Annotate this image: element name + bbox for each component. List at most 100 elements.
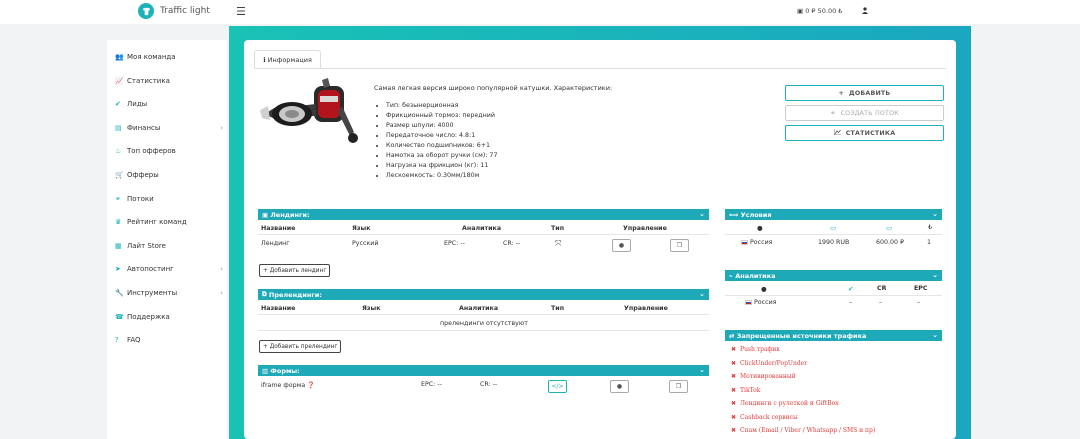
tab-divider <box>254 68 946 69</box>
divider <box>258 314 709 315</box>
russia-flag-icon <box>741 239 748 245</box>
sidebar-item[interactable]: 👥 Моя команда <box>115 53 223 61</box>
balance[interactable]: ▣ 0 ₽ 50.00 ₺ <box>797 7 842 16</box>
globe-icon: ● <box>757 224 763 232</box>
exchange-icon: ⇄ <box>729 331 737 340</box>
chevron-down-icon[interactable]: ⌄ <box>932 331 938 339</box>
tab-info[interactable]: ℹ Информация <box>254 50 321 68</box>
landing-lang: Русский <box>352 240 379 247</box>
forbidden-header[interactable]: ⇄ Запрещенные источники трафика ⌄ <box>725 330 942 341</box>
forbidden-item: ✖ TikTok <box>731 387 760 394</box>
logo-icon <box>138 3 154 19</box>
prelandings-header[interactable]: ⧉ Прелендинги: ⌄ <box>258 289 709 300</box>
conditions-title: Условия <box>740 210 772 219</box>
sidebar-item[interactable]: ⚭ Потоки <box>115 195 223 203</box>
add-prelanding-button[interactable]: + Добавить прелендинг <box>259 340 342 353</box>
store-icon: ▦ <box>115 241 122 250</box>
conditions-payout: 600.00 ₽ <box>876 239 905 246</box>
form-icon: ▥ <box>262 366 271 375</box>
check-icon: ✔ <box>115 100 121 109</box>
forbidden-title: Запрещенные источники трафика <box>736 331 867 340</box>
divider <box>725 295 942 296</box>
sidebar-item[interactable]: ✔ Лиды <box>115 100 223 108</box>
sidebar-item[interactable]: 🔧 Инструменты › <box>115 289 223 297</box>
forbidden-item: ✖ Push трафик <box>731 346 780 353</box>
x-icon: ✖ <box>731 359 737 367</box>
code-button[interactable]: </> <box>548 380 567 393</box>
analytics-cr: – <box>879 299 883 306</box>
forbidden-item: ✖ Мотивированный <box>731 373 796 380</box>
sidebar-item[interactable]: ▤ Финансы › <box>115 124 223 132</box>
stats-button[interactable]: СТАТИСТИКА <box>785 125 944 141</box>
product-intro: Самая легкая версия широко популярной ка… <box>374 84 613 92</box>
prelandings-title: Прелендинги: <box>268 290 322 299</box>
copy-button[interactable]: ❐ <box>670 239 689 252</box>
landings-col-type: Тип <box>551 225 565 232</box>
user-icon[interactable] <box>862 7 869 16</box>
add-landing-label: Добавить лендинг <box>269 267 327 274</box>
create-stream-button[interactable]: ⚭ СОЗДАТЬ ПОТОК <box>785 105 944 121</box>
form-cr: CR: -- <box>480 381 498 388</box>
sidebar-item-label: Рейтинг команд <box>127 218 187 227</box>
menu-icon[interactable]: ☰ <box>236 5 246 18</box>
russia-flag-icon <box>745 299 752 305</box>
sidebar-item[interactable]: ♛ Рейтинг команд <box>115 218 223 226</box>
conditions-header[interactable]: ⟺ Условия ⌄ <box>725 209 942 220</box>
add-landing-button[interactable]: + Добавить лендинг <box>259 264 331 277</box>
wallet-icon: ▣ <box>797 7 804 15</box>
sidebar-item[interactable]: ♨ Топ офферов <box>115 147 223 155</box>
chevron-down-icon[interactable]: ⌄ <box>932 271 938 279</box>
chevron-down-icon[interactable]: ⌄ <box>699 290 705 298</box>
send-icon: ➤ <box>115 265 121 274</box>
handshake-icon: ⟺ <box>729 210 741 219</box>
plus-icon: + <box>838 89 845 97</box>
prelandings-col-name: Название <box>261 305 296 312</box>
code-icon: </> <box>551 383 564 390</box>
sidebar-item-label: Автопостинг <box>127 265 174 274</box>
sidebar-item-label: Лиды <box>127 100 148 109</box>
form-preview-button[interactable]: ● <box>610 380 629 393</box>
question-icon: ? <box>115 336 119 345</box>
sidebar-item-label: Лайт Store <box>127 241 166 250</box>
sidebar-item[interactable]: ☎ Поддержка <box>115 313 223 321</box>
expand-icon: ⤧ <box>555 239 562 248</box>
forms-header[interactable]: ▥ Формы: ⌄ <box>258 365 709 376</box>
form-copy-button[interactable]: ❐ <box>669 380 688 393</box>
link-icon: ⚭ <box>115 194 121 203</box>
sidebar-item-label: Потоки <box>127 194 154 203</box>
x-icon: ✖ <box>731 413 737 421</box>
globe-icon: ● <box>761 285 767 293</box>
sidebar-item-label: Топ офферов <box>127 147 176 156</box>
sidebar-item[interactable]: ➤ Автопостинг › <box>115 265 223 273</box>
sidebar-item[interactable]: 🛒 Офферы <box>115 171 223 179</box>
spec-item: Размер шпули: 4000 <box>386 121 754 131</box>
landings-col-analytics: Аналитика <box>462 225 502 232</box>
sidebar-item-label: Поддержка <box>127 312 170 321</box>
sidebar-item[interactable]: 📈 Статистика <box>115 77 223 85</box>
landing-cr: CR: -- <box>503 240 521 247</box>
prelandings-col-type: Тип <box>551 305 565 312</box>
forbidden-item: ✖ Cashback сервисы <box>731 414 798 421</box>
forbidden-item: ✖ ClickUnder/PopUnder <box>731 360 807 367</box>
landings-header[interactable]: ▣ Лендинги: ⌄ <box>258 209 709 220</box>
link-icon: ⚭ <box>830 109 836 117</box>
spec-list: Тип: безынерционнаяФрикционный тормоз: п… <box>386 101 754 181</box>
sidebar-item[interactable]: ? FAQ <box>115 336 223 344</box>
logo[interactable]: Traffic light <box>138 3 210 19</box>
chevron-right-icon: › <box>220 265 223 274</box>
chevron-down-icon[interactable]: ⌄ <box>699 210 705 218</box>
analytics-header[interactable]: ⌁ Аналитика ⌄ <box>725 270 942 281</box>
conditions-hold: 1 <box>927 239 932 246</box>
chevron-down-icon[interactable]: ⌄ <box>699 366 705 374</box>
spec-item: Количество подшипников: 6+1 <box>386 141 754 151</box>
money-icon: ▭ <box>886 224 893 232</box>
sidebar-item[interactable]: ▦ Лайт Store <box>115 242 223 250</box>
plus-icon: + <box>263 267 270 274</box>
chevron-down-icon[interactable]: ⌄ <box>932 210 938 218</box>
forbidden-item-label: TikTok <box>740 386 761 394</box>
preview-button[interactable]: ● <box>612 239 631 252</box>
question-icon[interactable]: ❓ <box>307 382 315 389</box>
eye-icon: ● <box>616 383 623 390</box>
spec-item: Фрикционный тормоз: передний <box>386 111 754 121</box>
add-offer-button[interactable]: + ДОБАВИТЬ <box>785 85 944 101</box>
